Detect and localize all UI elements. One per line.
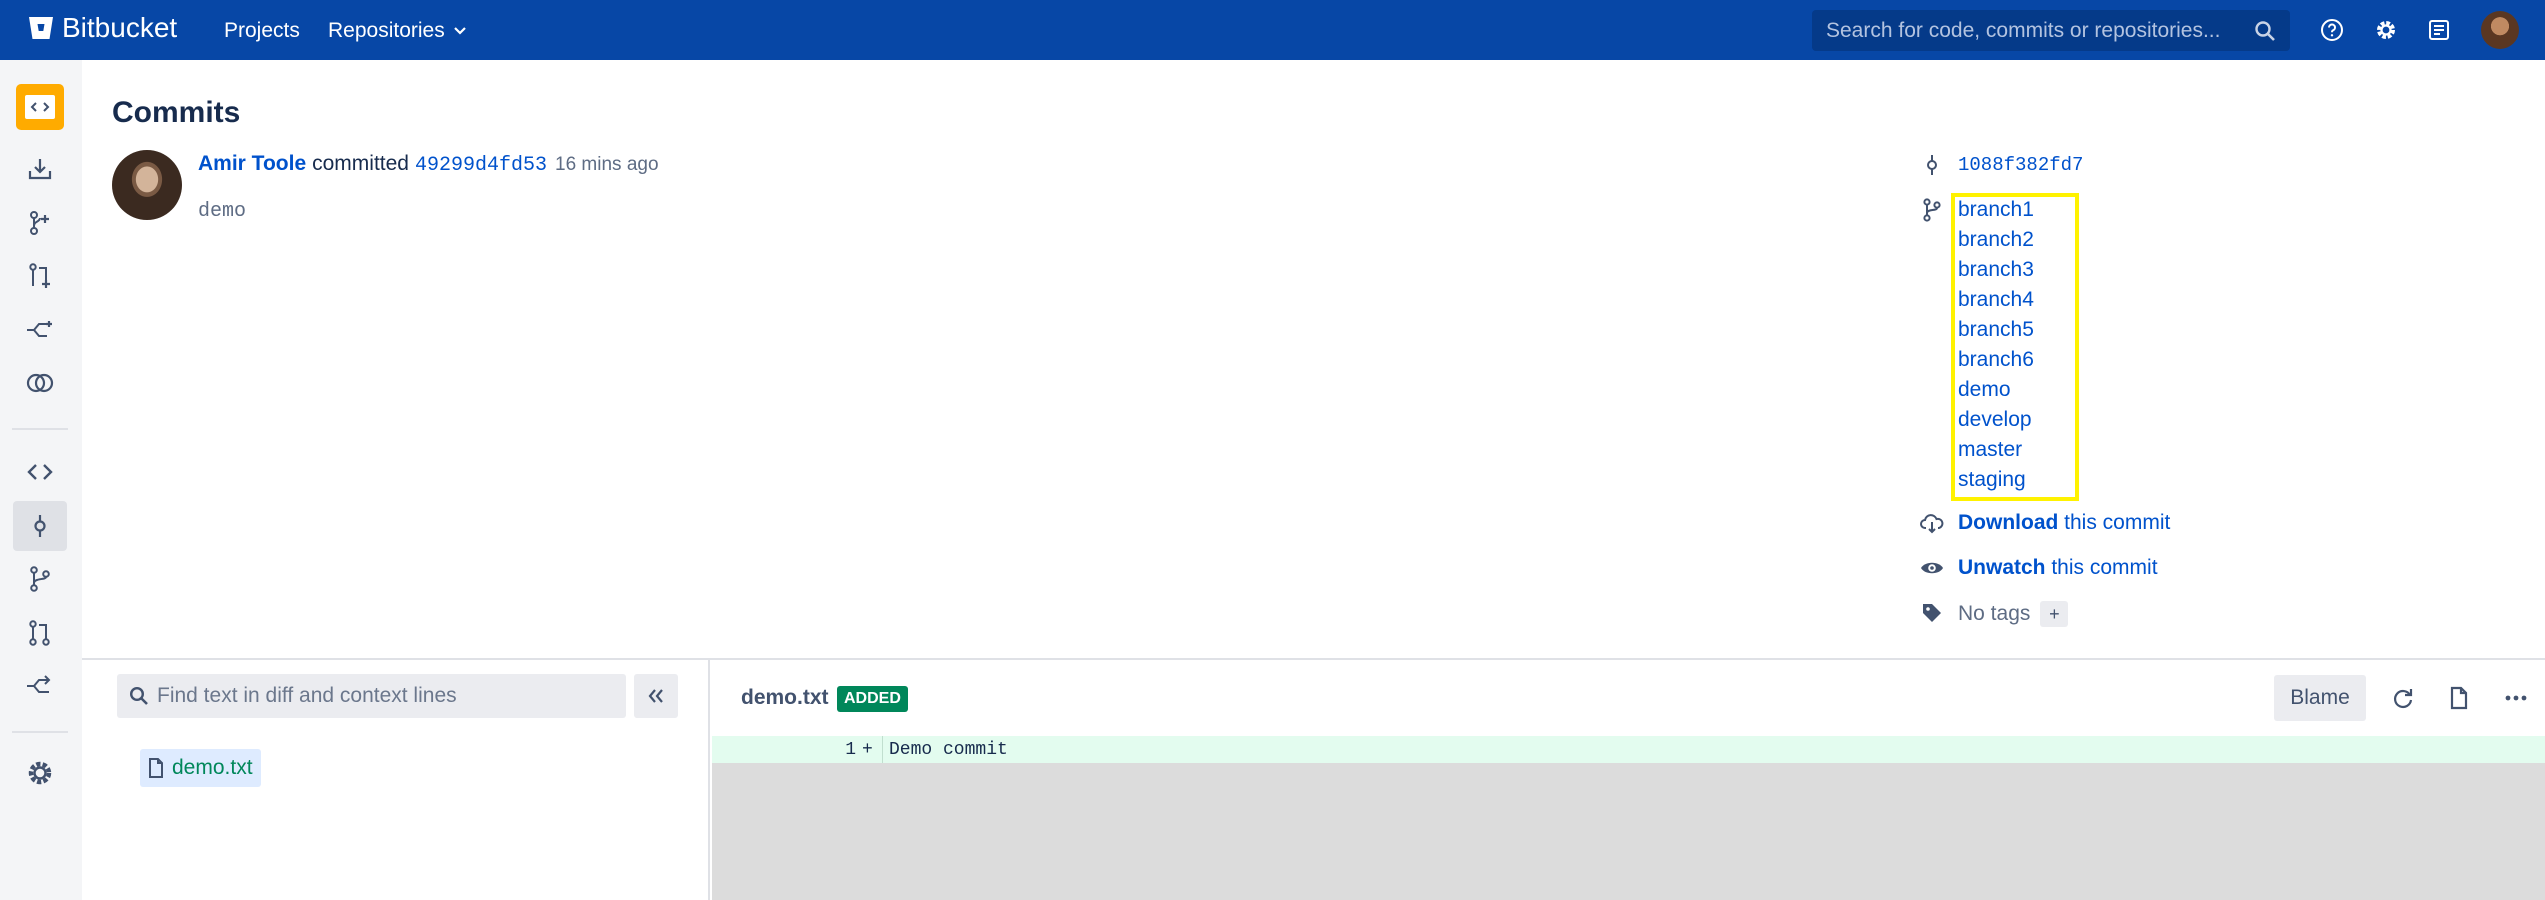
branch-link[interactable]: branch3 <box>1958 258 2034 282</box>
collapse-file-tree-button[interactable] <box>634 674 678 718</box>
parent-commit-icon <box>1920 153 1944 177</box>
branch-link[interactable]: demo <box>1958 378 2011 402</box>
branches-icon <box>1920 198 1944 222</box>
repository-code-icon <box>25 95 55 119</box>
sidebar-create-fork-icon[interactable] <box>13 305 67 355</box>
eye-icon <box>1920 556 1944 580</box>
diff-file-name: demo.txt <box>741 686 829 709</box>
sidebar-commits-icon[interactable] <box>13 501 67 551</box>
diff-empty-area <box>712 763 2545 900</box>
branch-link[interactable]: branch2 <box>1958 228 2034 252</box>
top-navigation-bar: Bitbucket Projects Repositories <box>0 0 2545 60</box>
sidebar-divider <box>12 428 68 430</box>
sidebar-divider <box>12 731 68 733</box>
sidebar-pull-requests-icon[interactable] <box>13 608 67 658</box>
author-name-link[interactable]: Amir Toole <box>198 152 306 176</box>
download-commit-link[interactable]: Download this commit <box>1958 511 2170 535</box>
no-tags-label: No tags <box>1958 602 2031 625</box>
commit-summary: Amir Toole committed 49299d4fd53 16 mins… <box>198 152 659 177</box>
add-tag-button[interactable]: + <box>2040 601 2069 627</box>
unwatch-commit-link[interactable]: Unwatch this commit <box>1958 556 2158 580</box>
unwatch-commit-label-strong: Unwatch <box>1958 556 2046 579</box>
help-icon[interactable] <box>2316 14 2348 46</box>
parent-commit-link[interactable]: 1088f382fd7 <box>1958 154 2083 176</box>
bitbucket-logo[interactable]: Bitbucket <box>28 12 177 44</box>
more-options-icon[interactable] <box>2498 680 2534 716</box>
diff-line-number[interactable]: 1 <box>712 740 862 760</box>
double-chevron-left-icon <box>648 689 663 703</box>
sidebar-repository-settings-icon[interactable] <box>13 748 67 798</box>
nav-repositories-label: Repositories <box>328 19 445 42</box>
global-search-input[interactable] <box>1826 18 2254 43</box>
diff-search-input[interactable] <box>157 684 614 708</box>
branch-link[interactable]: branch6 <box>1958 348 2034 372</box>
branch-link[interactable]: branch5 <box>1958 318 2034 342</box>
diff-gutter-divider <box>882 736 883 763</box>
file-tree-item-label: demo.txt <box>172 756 253 779</box>
unwatch-commit-label-rest: this commit <box>2045 556 2158 579</box>
commit-message: demo <box>198 200 247 223</box>
global-search <box>1812 10 2290 51</box>
sidebar-clone-icon[interactable] <box>13 144 67 194</box>
branch-link[interactable]: master <box>1958 438 2022 462</box>
sidebar-create-pull-request-icon[interactable] <box>13 251 67 301</box>
sidebar-source-icon[interactable] <box>13 447 67 497</box>
branch-link[interactable]: branch4 <box>1958 288 2034 312</box>
diff-search <box>117 674 626 718</box>
commit-time: 16 mins ago <box>555 154 659 175</box>
blame-button[interactable]: Blame <box>2274 675 2366 721</box>
search-icon[interactable] <box>2254 20 2276 42</box>
sidebar-branches-icon[interactable] <box>13 554 67 604</box>
brand-name: Bitbucket <box>62 12 178 43</box>
branch-link[interactable]: branch1 <box>1958 198 2034 222</box>
side-by-side-diff-icon[interactable] <box>2385 680 2421 716</box>
download-commit-label-strong: Download <box>1958 511 2059 534</box>
tag-icon <box>1920 601 1944 625</box>
added-status-badge: ADDED <box>837 686 908 712</box>
sidebar-create-branch-icon[interactable] <box>13 198 67 248</box>
sidebar-compare-icon[interactable] <box>13 358 67 408</box>
nav-repositories[interactable]: Repositories <box>328 19 466 43</box>
sidebar-forks-icon[interactable] <box>13 661 67 711</box>
view-file-icon[interactable] <box>2441 680 2477 716</box>
repository-sidebar <box>0 60 82 900</box>
download-commit-label-rest: this commit <box>2058 511 2171 534</box>
diff-line: 1 + Demo commit <box>712 736 2545 763</box>
user-avatar[interactable] <box>2481 11 2519 49</box>
bitbucket-icon <box>29 17 53 39</box>
branch-link[interactable]: develop <box>1958 408 2032 432</box>
page-title: Commits <box>112 96 241 129</box>
pull-requests-inbox-icon[interactable] <box>2423 14 2455 46</box>
repository-avatar[interactable] <box>16 84 64 130</box>
cloud-download-icon <box>1920 511 1944 535</box>
file-tree-item[interactable]: demo.txt <box>140 749 261 787</box>
diff-line-text: Demo commit <box>889 739 1008 760</box>
commit-verb: committed <box>312 152 409 175</box>
tags-row: No tags + <box>1958 601 2069 627</box>
search-icon <box>129 686 148 705</box>
diff-line-marker: + <box>862 739 873 760</box>
commit-hash-link[interactable]: 49299d4fd53 <box>415 154 547 177</box>
author-avatar[interactable] <box>112 150 182 220</box>
branch-link[interactable]: staging <box>1958 468 2026 492</box>
chevron-down-icon <box>453 27 466 35</box>
settings-gear-icon[interactable] <box>2370 14 2402 46</box>
nav-projects[interactable]: Projects <box>224 19 300 43</box>
file-icon <box>149 758 163 778</box>
